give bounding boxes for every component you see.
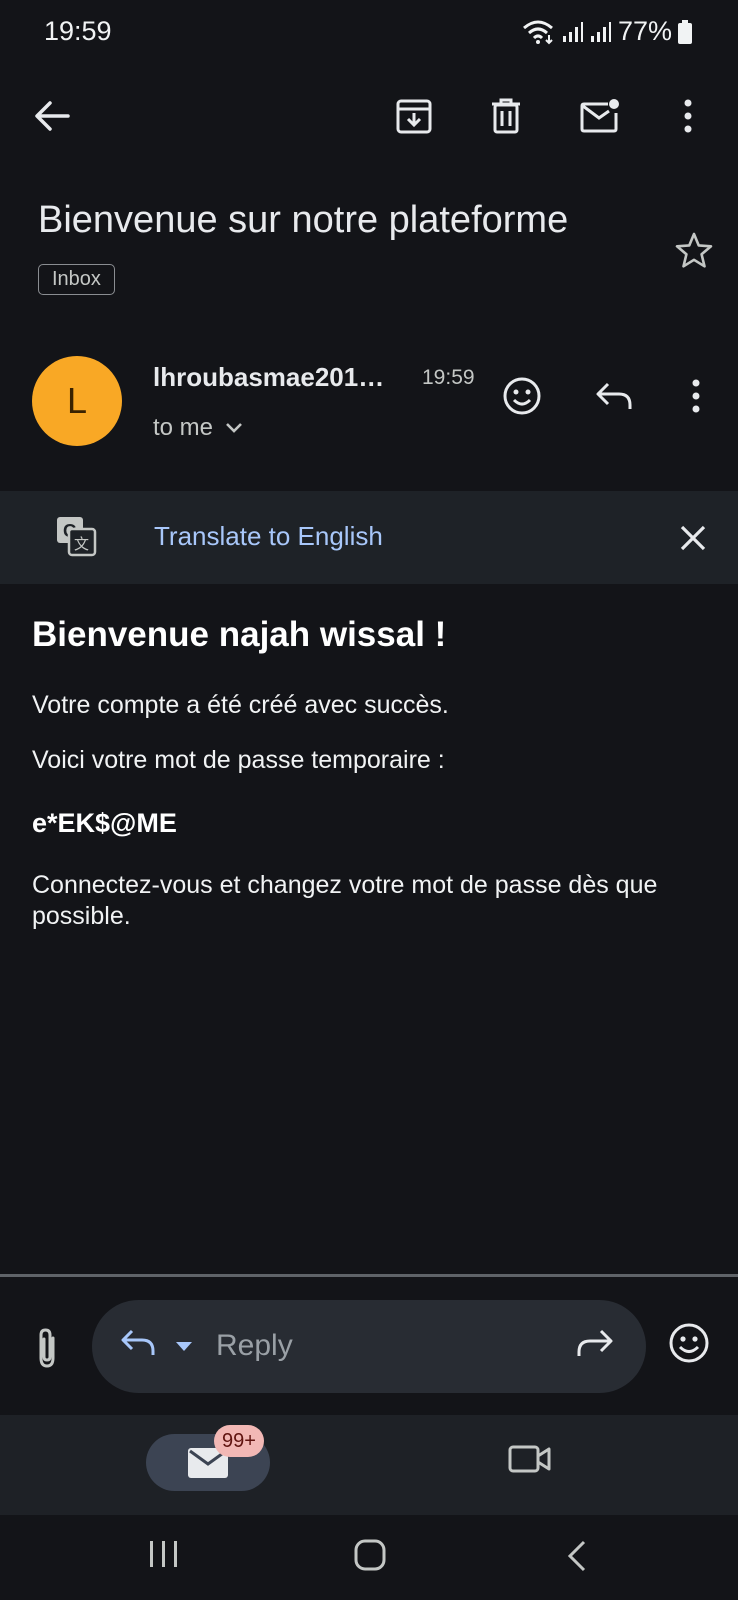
translate-icon: G文 — [55, 515, 97, 557]
delete-button[interactable] — [470, 80, 542, 152]
emoji-button[interactable] — [668, 1322, 710, 1364]
back-arrow-icon — [34, 100, 70, 132]
battery-icon — [678, 19, 692, 44]
sent-time: 19:59 — [422, 366, 475, 389]
recents-icon[interactable] — [148, 1539, 180, 1569]
chevron-down-icon — [225, 422, 243, 434]
translate-link[interactable]: Translate to English — [154, 521, 383, 552]
nav-meet-tab[interactable] — [508, 1443, 552, 1475]
status-time: 19:59 — [44, 16, 112, 46]
unread-count-badge: 99+ — [214, 1425, 264, 1457]
add-reaction-button[interactable] — [492, 366, 552, 426]
recipient-toggle[interactable]: to me — [153, 414, 243, 442]
more-options-button[interactable] — [652, 80, 724, 152]
back-button[interactable] — [16, 80, 88, 152]
forward-icon[interactable] — [576, 1326, 614, 1358]
system-nav-bar — [0, 1515, 738, 1600]
video-camera-icon — [508, 1443, 552, 1475]
mark-unread-icon — [580, 99, 620, 133]
star-icon — [675, 232, 713, 268]
svg-text:文: 文 — [74, 536, 89, 553]
email-subject: Bienvenue sur notre plateforme — [38, 199, 569, 241]
more-vert-icon — [692, 379, 700, 413]
mark-unread-button[interactable] — [564, 80, 636, 152]
close-icon — [679, 524, 707, 552]
attachment-icon — [34, 1326, 60, 1370]
emoji-icon — [668, 1322, 710, 1364]
wifi-icon — [522, 19, 556, 45]
status-bar: 19:59 77% — [0, 0, 738, 64]
caret-down-icon[interactable] — [176, 1342, 192, 1352]
status-icons: 77% — [522, 16, 692, 47]
email-heading: Bienvenue najah wissal ! — [32, 615, 447, 654]
temporary-password: e*EK$@ME — [32, 808, 177, 838]
reply-button[interactable] — [584, 366, 644, 426]
avatar[interactable]: L — [32, 356, 122, 446]
emoji-reaction-icon — [502, 376, 542, 416]
body-paragraph: Connectez-vous et changez votre mot de p… — [32, 871, 658, 930]
translate-bar: G文 Translate to English — [0, 491, 738, 584]
home-icon[interactable] — [354, 1539, 386, 1571]
signal-icon — [562, 21, 584, 43]
star-button[interactable] — [668, 224, 720, 276]
body-paragraph: Votre compte a été créé avec succès. — [32, 691, 449, 719]
more-vert-icon — [684, 99, 692, 133]
reply-icon — [595, 381, 633, 411]
close-translate-button[interactable] — [666, 511, 720, 565]
recipient-label: to me — [153, 414, 214, 441]
attach-button[interactable] — [22, 1320, 72, 1376]
reply-icon[interactable] — [120, 1328, 156, 1358]
bottom-nav: 99+ — [0, 1415, 738, 1515]
battery-percent: 77% — [617, 16, 672, 46]
signal-icon — [590, 21, 612, 43]
message-more-button[interactable] — [666, 366, 726, 426]
delete-icon — [490, 98, 522, 134]
divider — [0, 1274, 738, 1277]
sender-name[interactable]: lhroubasmae201… — [153, 362, 384, 393]
label-chip[interactable]: Inbox — [38, 264, 115, 295]
reply-field[interactable]: Reply — [92, 1300, 646, 1393]
body-paragraph: Voici votre mot de passe temporaire : — [32, 746, 445, 774]
archive-button[interactable] — [378, 80, 450, 152]
archive-icon — [396, 98, 432, 134]
back-icon[interactable] — [566, 1539, 588, 1573]
reply-placeholder: Reply — [216, 1329, 293, 1362]
